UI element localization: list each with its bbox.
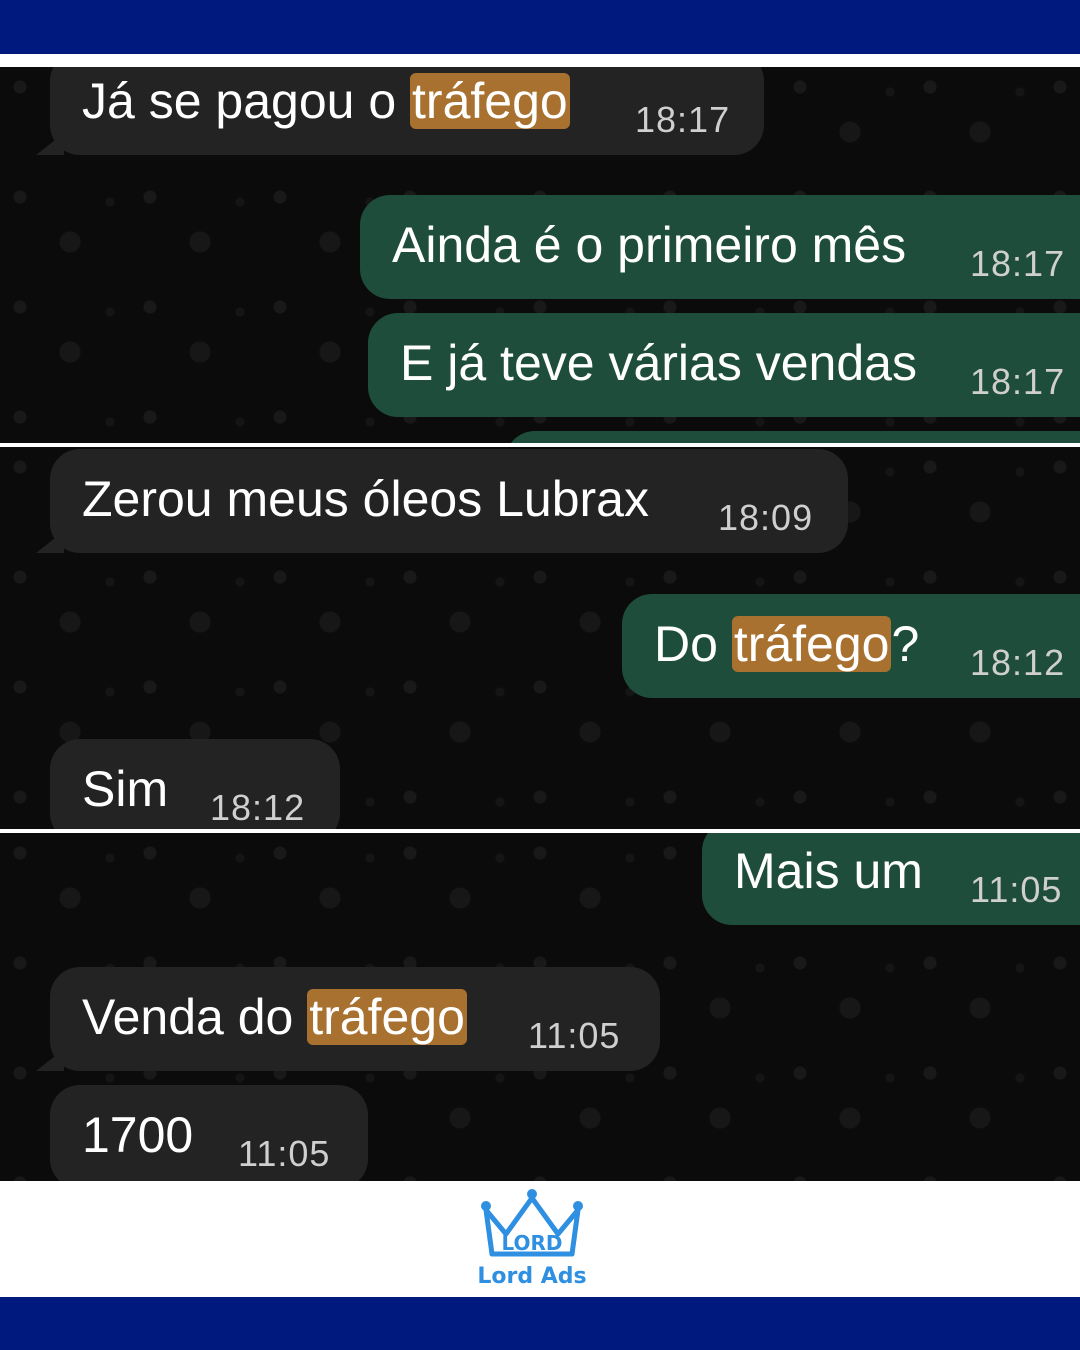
highlight-word: tráfego	[410, 73, 570, 129]
message-text: Mais um	[734, 843, 923, 899]
message-time: 11:05	[238, 1133, 331, 1174]
brand-logo: LORD Lord Ads	[470, 1188, 594, 1293]
message-text: Sim	[82, 761, 169, 817]
message-time: 18:17	[635, 99, 731, 140]
message-text: Já se pagou o tráfego	[82, 73, 570, 129]
message-outgoing: Mais um 11:05	[702, 833, 1080, 925]
message-time: 11:05	[528, 1015, 621, 1056]
crown-icon: LORD	[481, 1189, 583, 1257]
message-time: 11:05	[970, 869, 1063, 910]
message-outgoing: E já teve várias vendas 18:17	[368, 313, 1080, 417]
message-incoming: Sim 18:12	[50, 739, 340, 829]
top-frame-bar	[0, 0, 1080, 54]
message-text: Venda do tráfego	[82, 989, 467, 1045]
brand-name: Lord Ads	[477, 1264, 587, 1289]
message-incoming: Zerou meus óleos Lubrax 18:09	[36, 449, 848, 553]
highlight-word: tráfego	[731, 616, 892, 672]
message-incoming: Venda do tráfego 11:05	[36, 967, 660, 1071]
chat-panel-1: Já se pagou o tráfego 18:17 Ainda é o pr…	[0, 67, 1080, 443]
message-outgoing: Do tráfego? 18:12	[622, 594, 1080, 698]
message-text: 1700	[82, 1107, 194, 1163]
chat-panel-3: Mais um 11:05 Venda do tráfego 11:05 170…	[0, 833, 1080, 1181]
highlight-word: tráfego	[307, 989, 467, 1045]
bubble-tail	[36, 1049, 64, 1071]
message-time: 18:17	[970, 361, 1066, 402]
bubble-tail	[36, 133, 64, 155]
message-time: 18:12	[210, 787, 306, 828]
message-text: Ainda é o primeiro mês	[392, 217, 907, 273]
message-outgoing-partial	[505, 431, 1080, 443]
message-incoming: 1700 11:05	[50, 1085, 368, 1181]
logo-word: LORD	[501, 1231, 562, 1255]
message-outgoing: Ainda é o primeiro mês 18:17	[360, 195, 1080, 299]
message-incoming: Já se pagou o tráfego 18:17	[36, 67, 764, 155]
bubble-tail	[36, 531, 64, 553]
message-text: Do tráfego?	[654, 616, 920, 672]
chat-panel-2: Zerou meus óleos Lubrax 18:09 Do tráfego…	[0, 447, 1080, 829]
message-time: 18:17	[970, 243, 1066, 284]
message-text: E já teve várias vendas	[400, 335, 917, 391]
message-time: 18:12	[970, 642, 1066, 683]
message-text: Zerou meus óleos Lubrax	[82, 471, 649, 527]
bottom-frame-bar	[0, 1297, 1080, 1350]
message-time: 18:09	[718, 497, 814, 538]
